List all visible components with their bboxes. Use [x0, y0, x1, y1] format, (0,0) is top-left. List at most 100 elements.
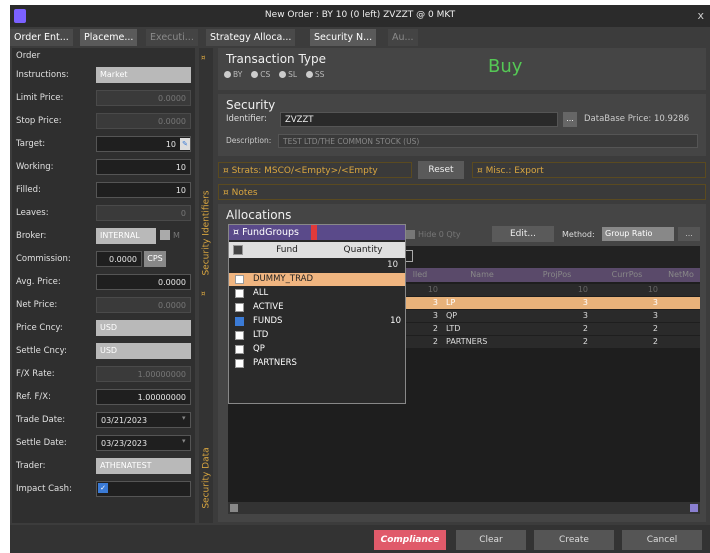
price-cncy-label: Price Cncy:: [16, 323, 63, 333]
list-item[interactable]: LTD: [229, 329, 405, 342]
order-panel: Order Instructions: Market Limit Price: …: [12, 48, 195, 523]
limit-price-field[interactable]: 0.0000: [96, 90, 191, 106]
impact-cash-checkbox[interactable]: ✓: [98, 483, 108, 493]
notes-bar[interactable]: ¤ Notes: [218, 184, 706, 200]
target-edit-icon[interactable]: ✎: [180, 138, 190, 150]
leaves-label: Leaves:: [16, 208, 49, 218]
allocations-title: Allocations: [226, 208, 292, 222]
create-button[interactable]: Create: [534, 530, 614, 550]
scroll-right-icon[interactable]: [690, 504, 698, 512]
tab-placements[interactable]: Placeme...: [80, 29, 138, 46]
grid-scrollbar[interactable]: [228, 502, 700, 514]
net-price-label: Net Price:: [16, 300, 58, 310]
list-item[interactable]: ACTIVE: [229, 301, 405, 314]
table-row[interactable]: 3 QP 3 3: [398, 310, 700, 322]
order-window: New Order : BY 10 (0 left) ZVZZT @ 0 MKT…: [10, 5, 710, 553]
avg-price-field: 0.0000: [96, 274, 191, 290]
table-row[interactable]: 3 LP 3 3: [398, 297, 700, 309]
settle-date-dropdown-icon[interactable]: ▾: [182, 437, 186, 445]
title-bar: New Order : BY 10 (0 left) ZVZZT @ 0 MKT…: [10, 5, 710, 27]
table-row[interactable]: 10 10 10: [398, 284, 700, 296]
leaves-field: 0: [96, 205, 191, 221]
edit-button[interactable]: Edit...: [492, 226, 554, 242]
tab-executions[interactable]: Executi...: [146, 29, 198, 46]
radio-ss[interactable]: [305, 71, 313, 78]
col-projpos[interactable]: ProjPos: [522, 268, 592, 282]
misc-export-bar[interactable]: ¤ Misc.: Export: [472, 162, 706, 178]
trade-date-dropdown-icon[interactable]: ▾: [182, 414, 186, 422]
fund-checkbox[interactable]: [235, 275, 244, 284]
security-identifiers-tab[interactable]: Security Identifiers: [202, 186, 212, 281]
list-item[interactable]: QP: [229, 343, 405, 356]
radio-sl[interactable]: [279, 71, 287, 78]
clear-button[interactable]: Clear: [456, 530, 526, 550]
tab-strategy-allocation[interactable]: Strategy Alloca...: [206, 29, 296, 46]
fund-checkbox[interactable]: [235, 303, 244, 312]
filled-field: 10: [96, 182, 191, 198]
table-row[interactable]: 2 PARTNERS 2 2: [398, 336, 700, 348]
identifier-lookup-button[interactable]: ...: [563, 112, 577, 127]
collapse-icon[interactable]: ¤: [201, 54, 205, 62]
transaction-options: BY CS SL SS: [224, 70, 330, 80]
fund-checkbox[interactable]: [235, 331, 244, 340]
security-data-tab[interactable]: Security Data: [202, 431, 212, 526]
settle-date-field[interactable]: 03/23/2023: [96, 435, 191, 451]
stop-price-field[interactable]: 0.0000: [96, 113, 191, 129]
strats-bar[interactable]: ¤ Strats: MSCO/<Empty>/<Empty: [218, 162, 412, 178]
col-quantity[interactable]: Quantity: [325, 242, 401, 258]
commission-type[interactable]: CPS: [144, 251, 166, 267]
fund-checkbox-checked[interactable]: [235, 317, 244, 326]
tab-audit[interactable]: Au...: [388, 29, 418, 46]
radio-cs[interactable]: [251, 71, 259, 78]
identifier-input[interactable]: ZVZZT: [280, 112, 558, 127]
list-item[interactable]: PARTNERS: [229, 357, 405, 370]
quantity-total: 10: [387, 260, 398, 270]
target-field[interactable]: 10: [96, 136, 191, 152]
transaction-type-section: Transaction Type BY CS SL SS Buy: [218, 48, 706, 90]
list-item[interactable]: FUNDS 10: [229, 315, 405, 328]
fund-checkbox[interactable]: [235, 289, 244, 298]
scroll-left-icon[interactable]: [230, 504, 238, 512]
trade-date-field[interactable]: 03/21/2023: [96, 412, 191, 428]
method-more-button[interactable]: ...: [678, 227, 700, 241]
settle-cncy-field[interactable]: USD: [96, 343, 191, 359]
list-item[interactable]: ALL: [229, 287, 405, 300]
select-all-checkbox[interactable]: [233, 245, 243, 255]
collapse-icon-2[interactable]: ¤: [201, 290, 205, 298]
reset-button[interactable]: Reset: [418, 161, 464, 179]
tab-security-notes[interactable]: Security N...: [310, 29, 377, 46]
order-section-title: Order: [16, 51, 41, 61]
avg-price-label: Avg. Price:: [16, 277, 61, 287]
hide-zero-label: Hide 0 Qty: [418, 230, 461, 239]
col-netmo[interactable]: NetMo: [662, 268, 700, 282]
cancel-button[interactable]: Cancel: [622, 530, 702, 550]
col-fund[interactable]: Fund: [249, 242, 325, 258]
transaction-type-title: Transaction Type: [226, 52, 327, 66]
close-icon[interactable]: x: [697, 9, 704, 22]
instructions-field[interactable]: Market: [96, 67, 191, 83]
commission-field[interactable]: 0.0000: [96, 251, 142, 267]
window-title: New Order : BY 10 (0 left) ZVZZT @ 0 MKT: [264, 10, 456, 20]
broker-label: Broker:: [16, 231, 47, 241]
tab-order-entry[interactable]: Order Ent...: [10, 29, 73, 46]
col-name[interactable]: Name: [442, 268, 522, 282]
radio-by[interactable]: [224, 71, 231, 78]
method-select[interactable]: Group Ratio: [602, 227, 674, 241]
table-row[interactable]: 2 LTD 2 2: [398, 323, 700, 335]
trader-field[interactable]: ATHENATEST: [96, 458, 191, 474]
compliance-button[interactable]: Compliance: [374, 530, 446, 550]
fund-checkbox[interactable]: [235, 345, 244, 354]
list-item[interactable]: DUMMY_TRAD: [229, 273, 405, 286]
ref-fx-field[interactable]: 1.00000000: [96, 389, 191, 405]
security-section: Security Identifier: ZVZZT ... DataBase …: [218, 94, 706, 156]
security-title: Security: [226, 98, 276, 112]
col-currpos[interactable]: CurrPos: [592, 268, 662, 282]
fund-checkbox[interactable]: [235, 359, 244, 368]
fundgroups-title[interactable]: ¤ FundGroups: [229, 225, 405, 240]
hide-zero-checkbox[interactable]: [406, 230, 415, 239]
filled-label: Filled:: [16, 185, 41, 195]
price-cncy-field[interactable]: USD: [96, 320, 191, 336]
broker-checkbox[interactable]: [160, 230, 170, 240]
broker-field[interactable]: INTERNAL: [96, 228, 156, 244]
side-label: Buy: [488, 56, 523, 77]
